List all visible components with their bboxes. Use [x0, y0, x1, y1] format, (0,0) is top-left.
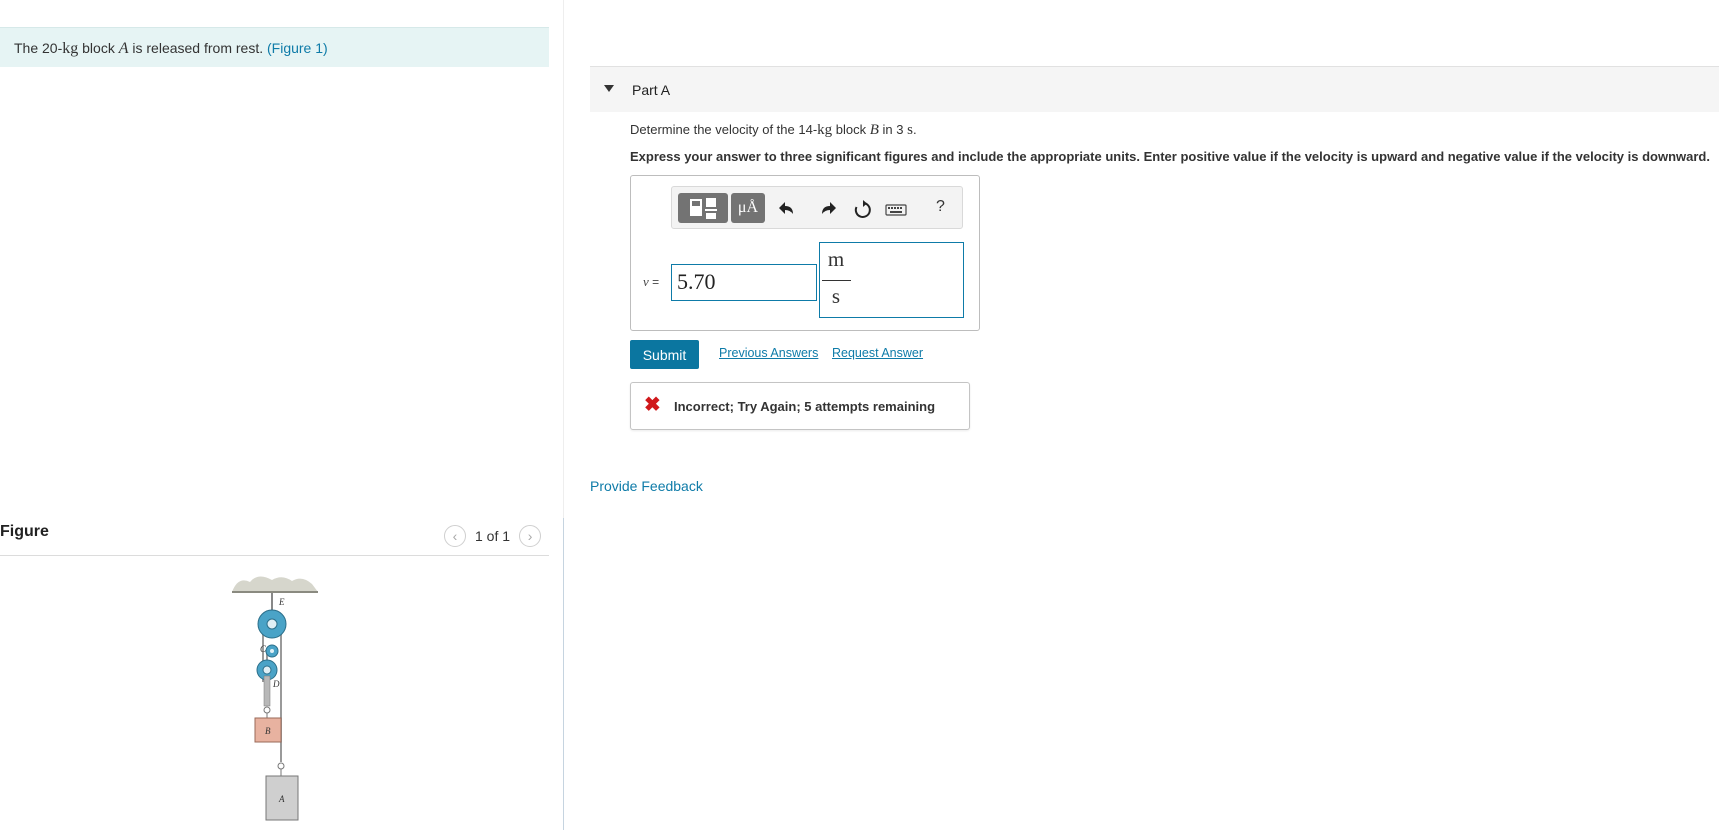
figure-pagination: ‹ 1 of 1 ›	[444, 524, 542, 548]
feedback-message-box: ✖ Incorrect; Try Again; 5 attempts remai…	[630, 382, 970, 430]
problem-statement: The 20-kg block A is released from rest.…	[0, 27, 549, 67]
label-a: A	[278, 794, 285, 804]
provide-feedback-link[interactable]: Provide Feedback	[590, 478, 703, 494]
redo-icon[interactable]	[816, 199, 838, 219]
question-middle: block	[832, 122, 870, 137]
reset-icon[interactable]	[852, 199, 874, 219]
label-b: B	[265, 726, 271, 736]
panel-resize-handle[interactable]	[563, 518, 564, 830]
value-input[interactable]: 5.70	[671, 264, 817, 301]
math-toolbar: μÅ ?	[671, 186, 963, 229]
label-c: C	[260, 644, 267, 654]
label-e: E	[278, 597, 285, 607]
chevron-left-icon: ‹	[452, 528, 458, 544]
ceiling-support	[232, 576, 318, 593]
previous-figure-button[interactable]: ‹	[444, 525, 466, 547]
figure-page-indicator: 1 of 1	[475, 528, 511, 544]
question-prefix: Determine the velocity of the 14-	[630, 122, 818, 137]
figure-link[interactable]: (Figure 1)	[267, 40, 328, 56]
problem-text-prefix: The 20-	[14, 40, 63, 56]
part-a-header[interactable]: Part A	[590, 66, 1719, 112]
question-in-text: in 3	[878, 122, 908, 137]
undo-icon[interactable]	[777, 199, 799, 219]
part-title: Part A	[632, 82, 671, 98]
block-variable: A	[118, 40, 129, 57]
answer-entry-box: μÅ ? v = 5.70 m s	[630, 175, 980, 331]
pulley-system-figure: E C D B A	[232, 576, 318, 821]
incorrect-x-icon: ✖	[644, 394, 661, 416]
units-button[interactable]: μÅ	[731, 193, 765, 223]
keyboard-icon[interactable]	[884, 199, 908, 219]
equals-sign: =	[648, 275, 660, 289]
label-d: D	[272, 679, 280, 689]
fraction-bar	[822, 280, 851, 281]
pulley-c	[265, 644, 279, 658]
question-text: Determine the velocity of the 14-kg bloc…	[630, 122, 917, 139]
question-block-variable: B	[869, 122, 879, 138]
chevron-right-icon: ›	[527, 528, 533, 544]
request-answer-link[interactable]: Request Answer	[832, 346, 923, 360]
help-button[interactable]: ?	[936, 198, 945, 216]
mass-unit: kg	[62, 40, 79, 57]
units-input[interactable]: m s	[819, 242, 964, 318]
problem-text-suffix: is released from rest.	[128, 40, 267, 56]
unit-denominator: s	[831, 284, 841, 308]
feedback-text: Incorrect; Try Again; 5 attempts remaini…	[674, 399, 936, 414]
question-mass-unit: kg	[817, 122, 833, 138]
problem-text-middle: block	[78, 40, 119, 56]
templates-button[interactable]	[678, 193, 728, 223]
previous-answers-link[interactable]: Previous Answers	[719, 346, 818, 360]
next-figure-button[interactable]: ›	[519, 525, 542, 547]
problem-panel: The 20-kg block A is released from rest.…	[0, 0, 563, 830]
answer-variable-label: v =	[643, 274, 659, 290]
panel-divider	[563, 0, 564, 518]
unit-numerator: m	[827, 247, 845, 271]
caret-down-icon	[604, 85, 614, 92]
divider	[0, 555, 549, 556]
question-end: .	[912, 122, 917, 137]
pulley-e	[257, 609, 287, 639]
submit-button[interactable]: Submit	[630, 340, 699, 369]
figure-heading: Figure	[0, 523, 49, 540]
answer-instructions: Express your answer to three significant…	[630, 149, 1710, 164]
